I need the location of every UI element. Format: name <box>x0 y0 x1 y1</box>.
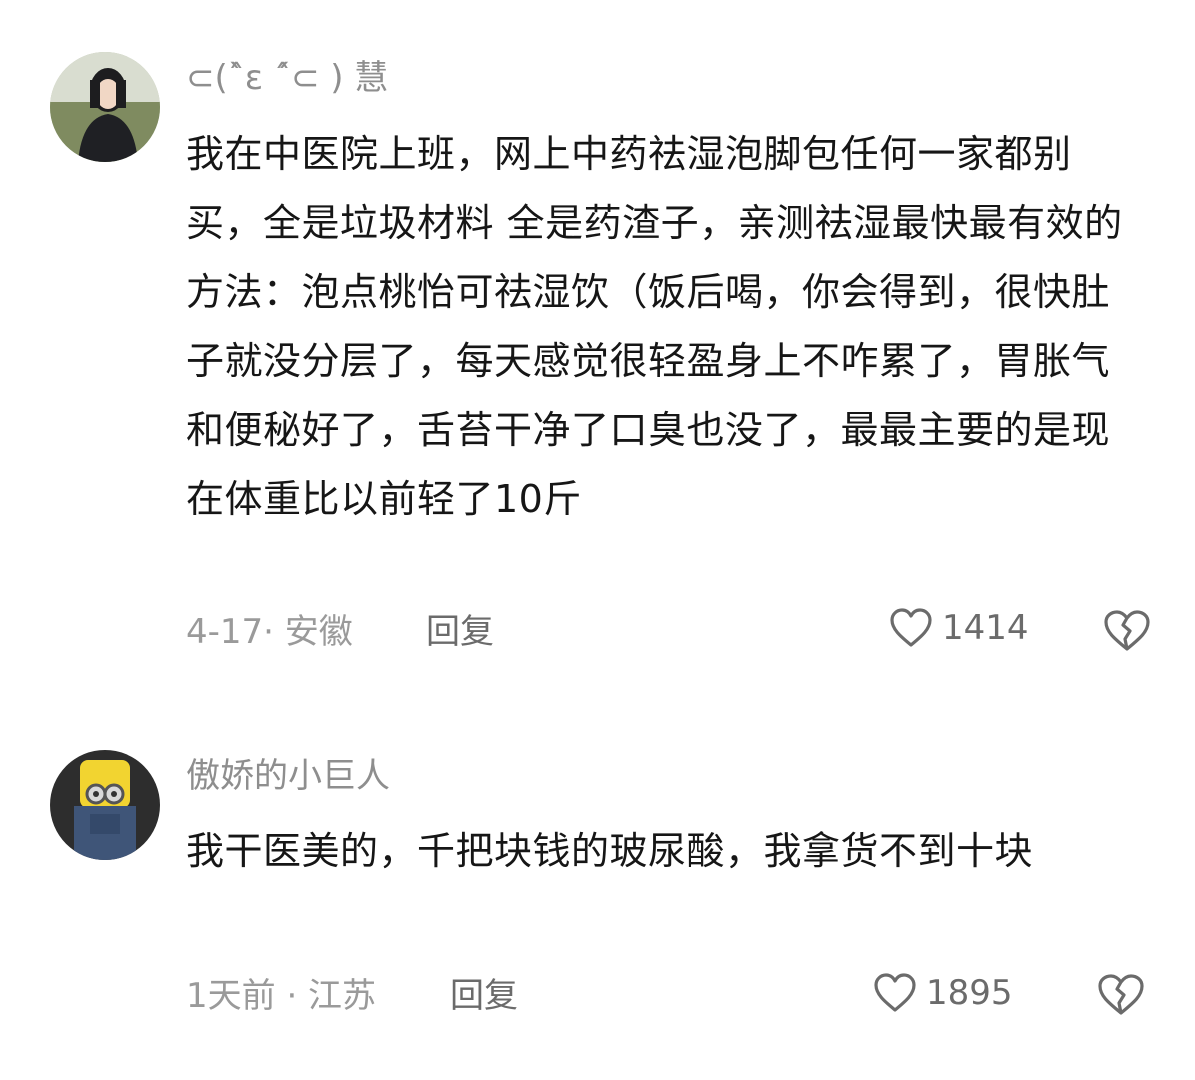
like-count: 1414 <box>942 608 1029 648</box>
avatar[interactable] <box>50 52 160 162</box>
username[interactable]: ⊂(ˆ̀ε ˆ́⊂ ) 慧 <box>186 56 388 100</box>
broken-heart-icon <box>1104 610 1150 651</box>
reply-button[interactable]: 回复 <box>426 610 494 654</box>
broken-heart-icon <box>1098 974 1144 1015</box>
comment-meta: 1天前 · 江苏 <box>186 976 377 1016</box>
dislike-button[interactable] <box>1096 973 1146 1021</box>
username[interactable]: 傲娇的小巨人 <box>186 754 390 798</box>
comment-meta: 4-17· 安徽 <box>186 612 353 652</box>
avatar-image <box>50 52 160 162</box>
reply-button[interactable]: 回复 <box>450 974 518 1018</box>
heart-outline-icon <box>874 973 916 1012</box>
heart-outline-icon <box>890 608 932 647</box>
avatar[interactable] <box>50 750 160 860</box>
comment-item: ⊂(ˆ̀ε ˆ́⊂ ) 慧 我在中医院上班，网上中药祛湿泡脚包任何一家都别买，全… <box>0 0 1195 700</box>
avatar-image <box>50 750 160 860</box>
comment-item: 傲娇的小巨人 我干医美的，千把块钱的玻尿酸，我拿货不到十块 1天前 · 江苏 回… <box>0 700 1195 1080</box>
comment-text: 我在中医院上班，网上中药祛湿泡脚包任何一家都别买，全是垃圾材料 全是药渣子，亲测… <box>186 132 1123 521</box>
like-button[interactable]: 1414 <box>888 607 1029 649</box>
like-button[interactable]: 1895 <box>872 972 1013 1014</box>
comment-text: 我干医美的，千把块钱的玻尿酸，我拿货不到十块 <box>186 829 1034 873</box>
like-count: 1895 <box>926 973 1013 1013</box>
dislike-button[interactable] <box>1102 609 1152 657</box>
